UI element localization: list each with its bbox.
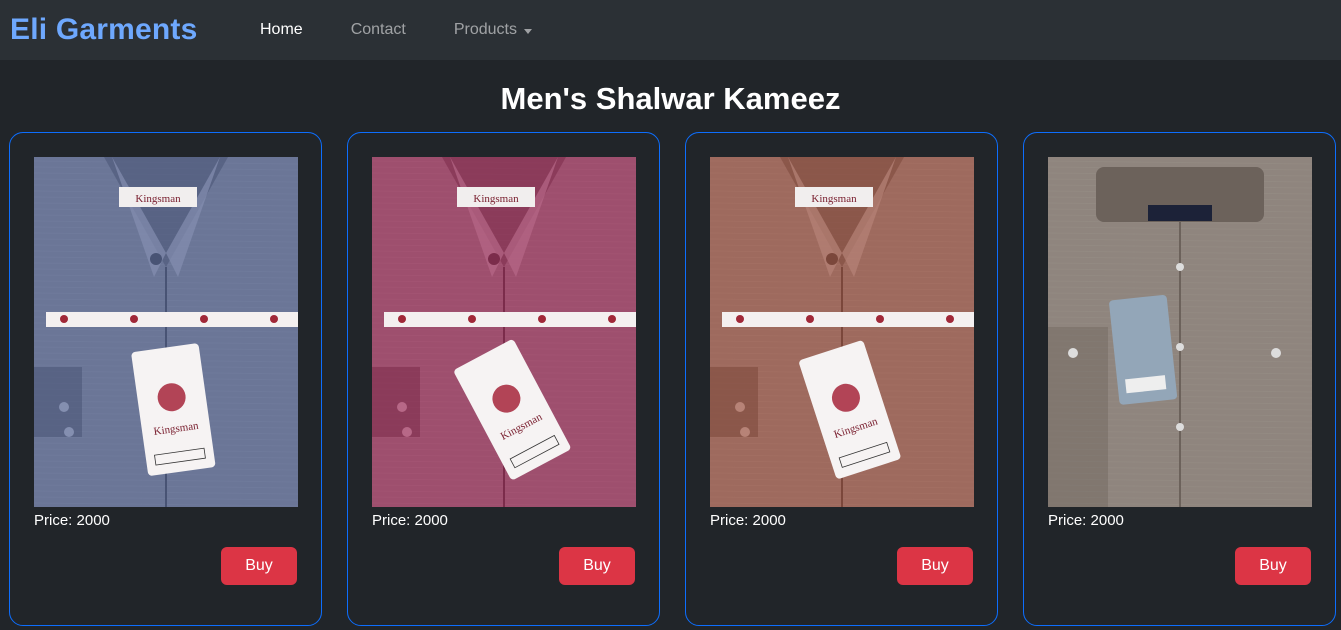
product-price: Price: 2000 — [34, 511, 297, 531]
page-title: Men's Shalwar Kameez — [500, 81, 841, 116]
product-card: Kingsman Kingsman Price: 2000 Buy — [685, 132, 998, 626]
product-image[interactable]: Kingsman Kingsman — [710, 157, 974, 507]
price-value: 2000 — [414, 512, 448, 529]
product-grid: Kingsman Kingsman Price: 2000 Buy Kingsm… — [9, 132, 1336, 626]
nav-home-link[interactable]: Home — [260, 21, 303, 39]
nav-links: Home Contact Products — [260, 21, 580, 39]
price-label: Price: — [34, 512, 73, 529]
svg-text:Kingsman: Kingsman — [135, 193, 181, 205]
product-price: Price: 2000 — [1048, 511, 1311, 531]
buy-button[interactable]: Buy — [1235, 547, 1311, 585]
svg-text:Kingsman: Kingsman — [811, 193, 857, 205]
product-card: Kingsman Kingsman Price: 2000 Buy — [347, 132, 660, 626]
price-label: Price: — [1048, 512, 1087, 529]
product-price: Price: 2000 — [710, 511, 973, 531]
nav-products-dropdown[interactable]: Products — [454, 21, 532, 39]
nav-contact-link[interactable]: Contact — [351, 21, 406, 39]
product-price: Price: 2000 — [372, 511, 635, 531]
price-value: 2000 — [752, 512, 786, 529]
caret-down-icon — [523, 28, 532, 34]
price-value: 2000 — [76, 512, 110, 529]
buy-button[interactable]: Buy — [221, 547, 297, 585]
product-image[interactable]: Kingsman Kingsman — [372, 157, 636, 507]
svg-text:Kingsman: Kingsman — [473, 193, 519, 205]
brand-logo[interactable]: Eli Garments — [10, 13, 260, 47]
product-card: Kingsman Kingsman Price: 2000 Buy — [9, 132, 322, 626]
price-label: Price: — [710, 512, 749, 529]
navbar: Eli Garments Home Contact Products — [0, 0, 1341, 60]
product-image[interactable]: Kingsman Kingsman — [34, 157, 298, 507]
buy-button[interactable]: Buy — [897, 547, 973, 585]
price-label: Price: — [372, 512, 411, 529]
price-value: 2000 — [1090, 512, 1124, 529]
product-card: Price: 2000 Buy — [1023, 132, 1336, 626]
nav-products-label: Products — [453, 21, 517, 38]
product-image[interactable] — [1048, 157, 1312, 507]
buy-button[interactable]: Buy — [559, 547, 635, 585]
